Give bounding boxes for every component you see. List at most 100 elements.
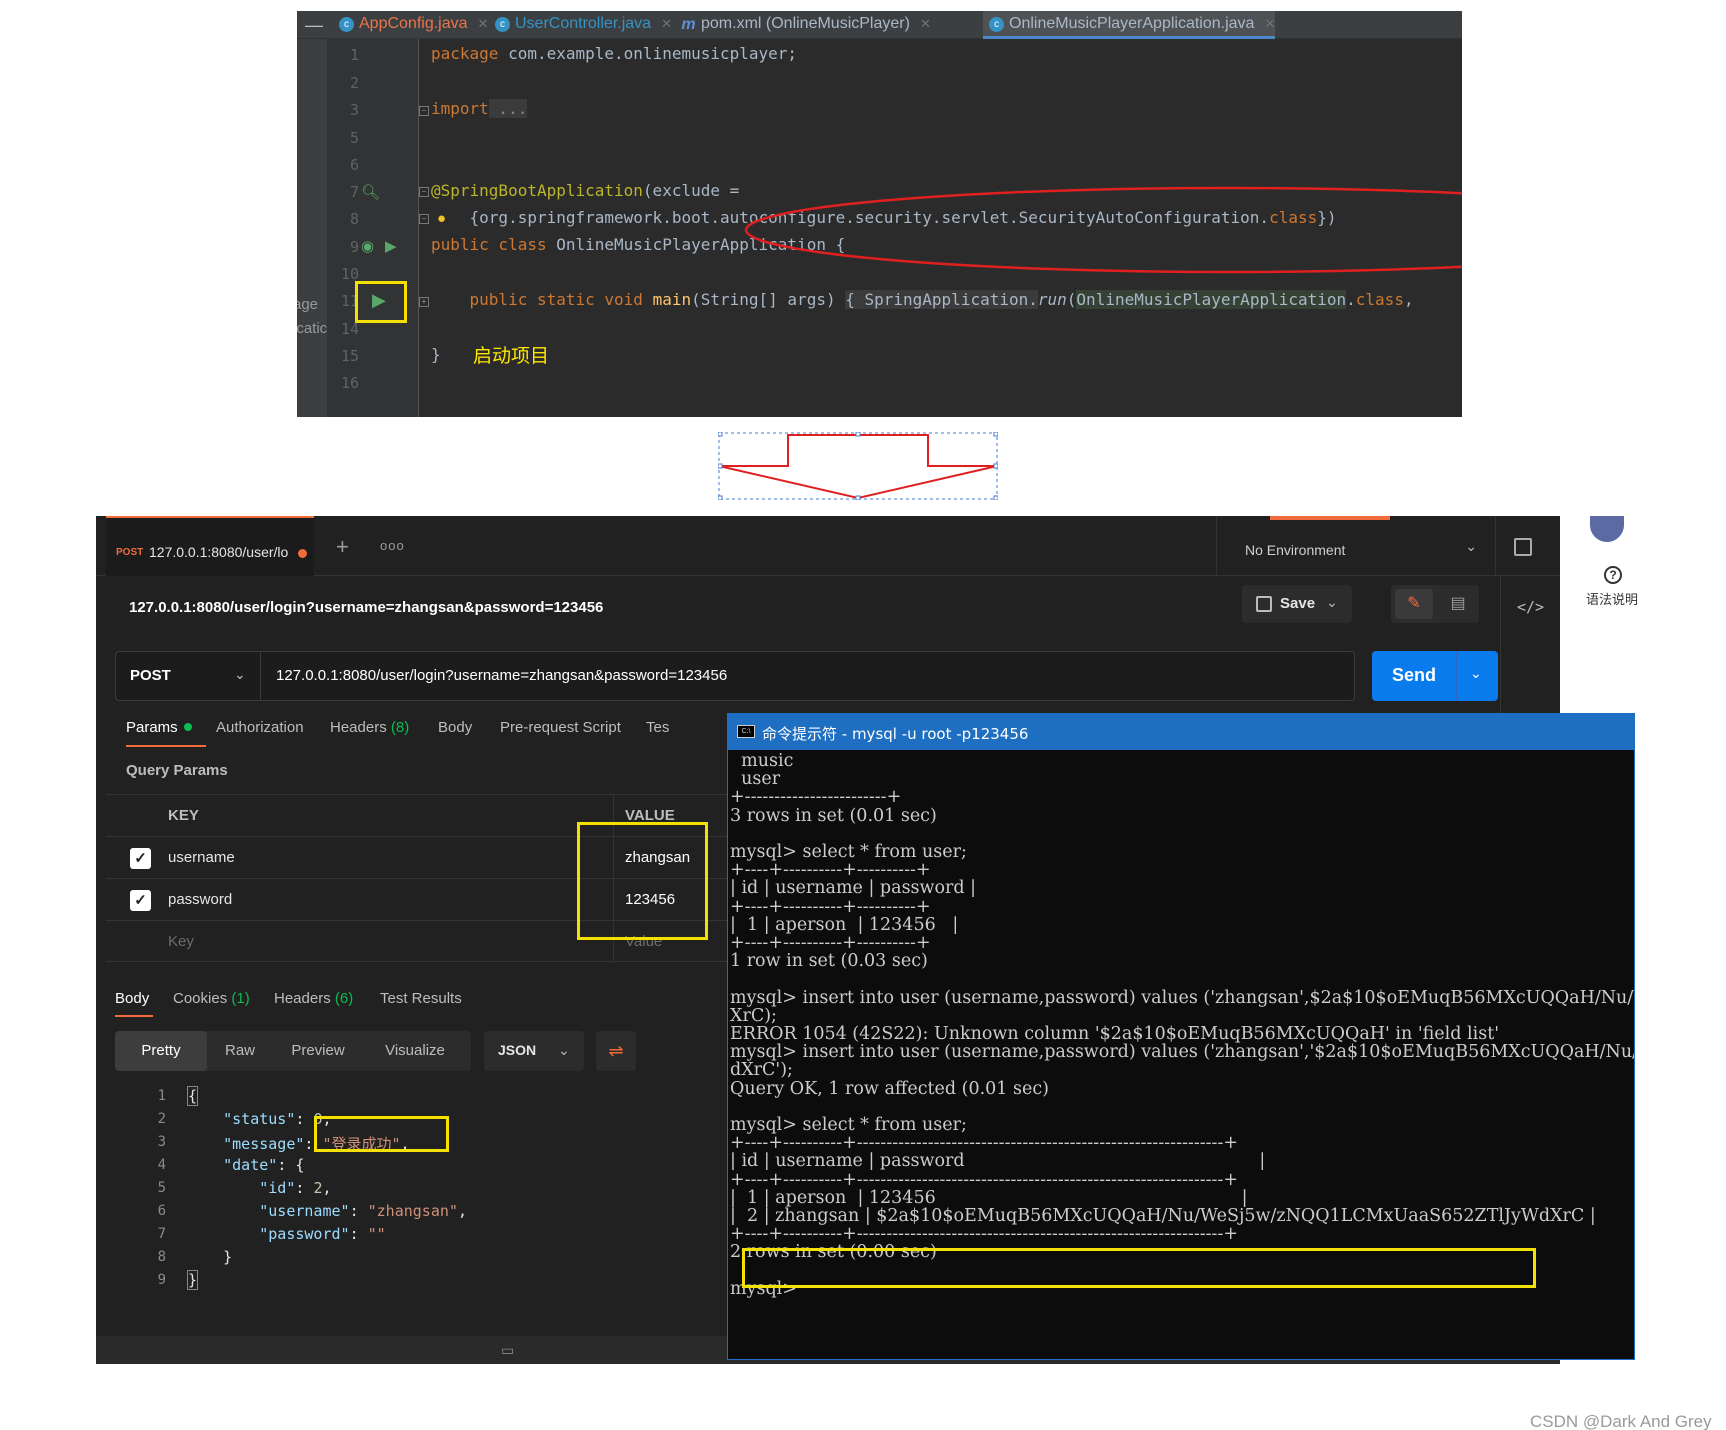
key-column-header: KEY — [168, 807, 199, 824]
view-preview-button[interactable]: Preview — [273, 1031, 363, 1071]
console-line: Query OK, 1 row affected (0.01 sec) — [730, 1078, 1049, 1099]
console-line: +------------------------+ — [730, 787, 902, 808]
new-tab-plus-icon[interactable]: + — [336, 534, 349, 560]
chevron-down-icon: ⌄ — [558, 1042, 570, 1058]
method-label: POST — [130, 667, 171, 684]
red-circle-annotation — [744, 186, 1462, 274]
console-line: | 1 | aperson | 123456 | — [730, 914, 959, 935]
response-line-number: 4 — [157, 1157, 166, 1173]
response-line: "username": "zhangsan", — [259, 1202, 467, 1220]
console-line: mysql> insert into user (username,passwo… — [730, 987, 1635, 1008]
method-select[interactable]: POST ⌄ — [116, 652, 261, 700]
response-line-number: 5 — [157, 1180, 166, 1196]
console-line: music — [730, 751, 794, 771]
view-visualize-button[interactable]: Visualize — [363, 1031, 467, 1071]
view-pretty-button[interactable]: Pretty — [115, 1031, 207, 1071]
cmd-title-bar: C:\ 命令提示符 - mysql -u root -p123456 — [728, 714, 1634, 750]
watermark: CSDN @Dark And Grey — [1530, 1412, 1712, 1430]
console-line: | 2 | zhangsan | $2a$10$oEMuqB56MXcUQQaH… — [730, 1206, 1596, 1226]
console-line: dXrC'); — [730, 1060, 793, 1081]
tab-body[interactable]: Body — [438, 719, 472, 736]
console-icon[interactable]: ▭ — [501, 1342, 514, 1359]
console-line: mysql> insert into user (username,passwo… — [730, 1042, 1635, 1063]
help-icon[interactable]: ? — [1604, 566, 1622, 584]
cmd-title: 命令提示符 - mysql -u root -p123456 — [762, 725, 1029, 743]
down-arrow-icon — [718, 432, 998, 500]
url-input[interactable]: 127.0.0.1:8080/user/login?username=zhang… — [276, 667, 727, 684]
response-tab-body[interactable]: Body — [115, 990, 149, 1007]
save-label: Save — [1280, 595, 1316, 612]
console-line: +----+----------+----------+ — [730, 860, 931, 881]
chevron-down-icon[interactable]: ⌄ — [1470, 665, 1482, 682]
format-label: JSON — [498, 1042, 537, 1058]
tab-headers[interactable]: Headers (8) — [330, 719, 409, 736]
tab-params[interactable]: Params — [126, 719, 192, 736]
response-line-number: 2 — [157, 1111, 166, 1127]
console-line: user — [730, 769, 781, 790]
highlight-box — [577, 822, 708, 940]
console-line: +----+----------+----------+ — [730, 896, 931, 917]
response-line: { — [187, 1086, 199, 1106]
chevron-down-icon: ⌄ — [1465, 538, 1477, 554]
response-line: "password": "" — [259, 1225, 386, 1243]
avatar[interactable] — [1590, 516, 1624, 542]
mode-toggle: ✎ ▤ — [1391, 585, 1479, 623]
comments-icon[interactable]: ▤ — [1441, 589, 1475, 619]
send-button[interactable]: Send ⌄ — [1372, 651, 1498, 701]
response-line-number: 8 — [157, 1249, 166, 1265]
highlight-box — [742, 1248, 1536, 1288]
request-tab-method: POST — [116, 547, 144, 558]
save-dropdown-chevron-icon[interactable]: ⌄ — [1326, 594, 1338, 611]
more-tabs-icon[interactable]: ooo — [380, 538, 405, 553]
response-tab-headers[interactable]: Headers (6) — [274, 990, 353, 1007]
wrap-lines-icon[interactable]: ⇌ — [596, 1031, 636, 1071]
key-placeholder[interactable]: Key — [168, 933, 194, 950]
environment-label: No Environment — [1245, 542, 1346, 558]
console-line: mysql> select * from user; — [730, 842, 967, 862]
command-prompt-window: C:\ 命令提示符 - mysql -u root -p123456 music… — [727, 713, 1635, 1360]
console-line: | 1 | aperson | 123456 | — [730, 1187, 1248, 1208]
param-key[interactable]: username — [168, 849, 235, 866]
ide-editor: — c AppConfig.java ✕ c UserController.jav… — [297, 11, 1462, 417]
highlight-box — [314, 1116, 449, 1152]
cmd-icon: C:\ — [737, 725, 755, 738]
active-tab-underline — [115, 1015, 153, 1017]
query-params-heading: Query Params — [126, 762, 228, 779]
request-tab-bar: POST 127.0.0.1:8080/user/lo + ooo No Env… — [96, 516, 1560, 576]
response-tab-test-results[interactable]: Test Results — [380, 990, 462, 1007]
console-line: ERROR 1054 (42S22): Unknown column '$2a$… — [730, 1024, 1500, 1044]
response-line: } — [187, 1270, 199, 1290]
response-line: } — [223, 1248, 233, 1266]
console-line: | id | username | password | — [730, 878, 977, 899]
console-line: XrC); — [730, 1005, 777, 1026]
blog-side-panel: ? 语法说明 — [1560, 516, 1726, 684]
view-raw-button[interactable]: Raw — [207, 1031, 273, 1071]
syntax-help-label[interactable]: 语法说明 — [1586, 589, 1638, 608]
environment-selector[interactable]: No Environment ⌄ — [1216, 516, 1496, 576]
param-checkbox[interactable]: ✓ — [130, 890, 151, 911]
console-line: 3 rows in set (0.01 sec) — [730, 805, 937, 826]
code-snippet-icon[interactable]: </> — [1517, 598, 1544, 616]
edit-pencil-icon[interactable]: ✎ — [1395, 589, 1433, 619]
environment-quicklook-icon[interactable] — [1514, 538, 1532, 556]
console-line: 1 row in set (0.03 sec) — [730, 951, 928, 972]
param-checkbox[interactable]: ✓ — [130, 848, 151, 869]
request-title[interactable]: 127.0.0.1:8080/user/login?username=zhang… — [129, 599, 603, 616]
tab-prerequest-script[interactable]: Pre-request Script — [500, 719, 621, 736]
response-tab-cookies[interactable]: Cookies (1) — [173, 990, 250, 1007]
request-tab[interactable]: POST 127.0.0.1:8080/user/lo — [106, 516, 314, 576]
send-label: Send — [1392, 665, 1437, 685]
response-view-switcher: Pretty Raw Preview Visualize — [115, 1031, 471, 1071]
console-line: mysql> select * from user; — [730, 1115, 967, 1135]
console-line: | id | username | password | — [730, 1151, 1266, 1172]
console-line: +----+----------+-----------------------… — [730, 1169, 1239, 1190]
format-select[interactable]: JSON ⌄ — [484, 1031, 584, 1071]
chevron-down-icon: ⌄ — [234, 666, 246, 682]
tab-tests[interactable]: Tes — [646, 719, 669, 736]
tab-authorization[interactable]: Authorization — [216, 719, 304, 736]
param-key[interactable]: password — [168, 891, 232, 908]
response-line-number: 9 — [157, 1272, 166, 1288]
response-line-number: 3 — [157, 1134, 166, 1150]
console-line: +----+----------+-----------------------… — [730, 1224, 1239, 1245]
save-icon — [1256, 596, 1272, 612]
